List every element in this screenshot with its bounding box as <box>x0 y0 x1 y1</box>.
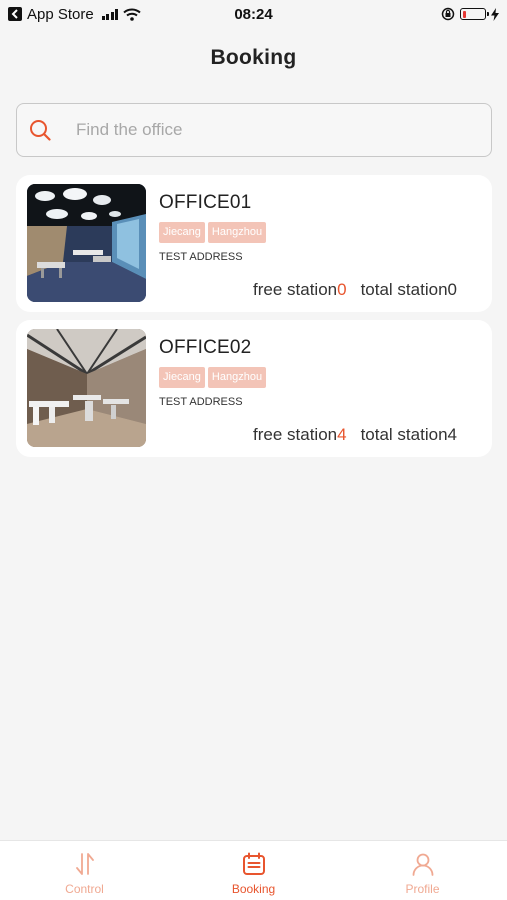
person-icon <box>412 853 433 876</box>
orientation-lock-icon <box>441 7 455 21</box>
total-station-stat: total station4 <box>361 425 457 445</box>
office-tags: Jiecang Hangzhou <box>159 222 267 243</box>
free-station-stat: free station4 <box>253 425 347 445</box>
search-bar[interactable] <box>16 103 492 157</box>
total-station-stat: total station0 <box>361 280 457 300</box>
back-to-app-button[interactable] <box>8 7 22 21</box>
office-card-office01[interactable]: OFFICE01 Jiecang Hangzhou TEST ADDRESS f… <box>16 175 492 312</box>
office-address: TEST ADDRESS <box>159 251 243 263</box>
tab-control[interactable]: Control <box>0 841 169 900</box>
office-image <box>27 184 146 302</box>
status-left: App Store <box>8 6 188 23</box>
office-name: OFFICE01 <box>159 192 252 213</box>
page-title: Booking <box>210 46 297 69</box>
free-station-label: free station <box>253 425 338 444</box>
tag-city: Hangzhou <box>207 367 267 388</box>
tab-booking-label: Booking <box>231 882 276 896</box>
cellular-signal-icon <box>101 8 119 20</box>
office-photo <box>27 184 146 302</box>
tag-company: Jiecang <box>159 222 205 243</box>
free-station-count: 4 <box>337 425 347 444</box>
charging-bolt-icon <box>491 7 499 21</box>
status-bar: App Store 08:24 <box>0 0 507 28</box>
battery-level-fill <box>462 10 466 18</box>
tab-booking[interactable]: Booking <box>169 841 338 900</box>
swap-arrows-icon <box>75 853 94 875</box>
tag-company: Jiecang <box>159 367 205 388</box>
total-station-count: 4 <box>447 425 457 444</box>
station-stats: free station4 total station4 <box>253 425 457 445</box>
free-station-count: 0 <box>337 280 347 299</box>
status-time: 08:24 <box>234 5 273 23</box>
tab-profile-label: Profile <box>405 882 440 896</box>
calendar-icon <box>242 852 265 875</box>
tab-profile[interactable]: Profile <box>338 841 507 900</box>
total-station-count: 0 <box>447 280 457 299</box>
search-icon <box>30 120 51 141</box>
office-image <box>27 329 146 447</box>
total-station-label: total station <box>360 425 448 444</box>
tab-bar: Control Booking Profile <box>0 840 507 900</box>
office-address: TEST ADDRESS <box>159 396 243 408</box>
battery-icon <box>460 8 489 20</box>
status-right <box>319 7 499 21</box>
station-stats: free station0 total station0 <box>253 280 457 300</box>
free-station-label: free station <box>253 280 338 299</box>
wifi-icon <box>123 8 141 21</box>
office-photo <box>27 329 146 447</box>
tab-control-label: Control <box>65 882 104 896</box>
office-name: OFFICE02 <box>159 337 252 358</box>
search-input[interactable] <box>76 120 466 140</box>
office-card-office02[interactable]: OFFICE02 Jiecang Hangzhou TEST ADDRESS f… <box>16 320 492 457</box>
office-tags: Jiecang Hangzhou <box>159 367 267 388</box>
free-station-stat: free station0 <box>253 280 347 300</box>
chevron-left-icon <box>11 9 18 19</box>
back-app-label[interactable]: App Store <box>27 6 94 23</box>
total-station-label: total station <box>360 280 448 299</box>
tag-city: Hangzhou <box>207 222 267 243</box>
